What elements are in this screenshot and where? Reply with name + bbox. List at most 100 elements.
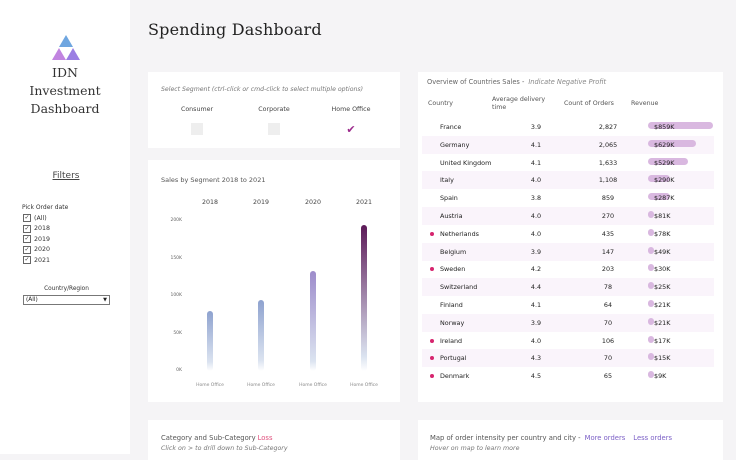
delivery-time: 3.9 <box>530 318 542 327</box>
column-header-country[interactable]: Country <box>428 100 453 108</box>
table-row[interactable]: Belgium 3.9 147 $49K <box>422 242 714 261</box>
checkbox-icon[interactable]: ✓ <box>23 256 31 265</box>
revenue-value: $30K <box>654 265 671 274</box>
year-column-label: 2019 <box>252 199 270 206</box>
table-row[interactable]: Switzerland 4.4 78 $25K <box>422 278 714 297</box>
order-date-option[interactable]: ✓ 2019 <box>23 234 50 245</box>
y-tick-label: 0K <box>176 368 182 373</box>
table-row[interactable]: France 3.9 2,827 $859K <box>422 118 714 136</box>
country-region-select[interactable]: (All) ▼ <box>23 295 110 305</box>
order-date-option[interactable]: ✓ (All) <box>23 213 50 224</box>
sidebar: IDN Investment Dashboard Filters Pick Or… <box>0 0 130 454</box>
checkbox-icon[interactable]: ✓ <box>23 214 31 223</box>
delivery-time: 4.1 <box>530 158 542 167</box>
x-axis-label: Home Office <box>247 383 275 388</box>
table-row[interactable]: Germany 4.1 2,065 $629K <box>422 135 714 154</box>
table-row[interactable]: United Kingdom 4.1 1,633 $529K <box>422 154 714 172</box>
negative-profit-dot-icon <box>430 356 434 361</box>
delivery-time: 4.1 <box>530 140 542 149</box>
negative-profit-dot-icon <box>430 338 434 343</box>
revenue-value: $17K <box>654 336 671 345</box>
revenue-value: $290K <box>654 176 675 185</box>
revenue-value: $287K <box>654 194 675 203</box>
year-column-label: 2018 <box>201 199 219 206</box>
year-column-label: 2020 <box>304 199 322 206</box>
map-card: Map of order intensity per country and c… <box>418 420 723 460</box>
segment-option-home-office[interactable]: Home Office <box>316 106 386 113</box>
revenue-value: $81K <box>654 212 671 220</box>
checkbox-icon[interactable]: ✓ <box>23 245 31 254</box>
delivery-time: 4.1 <box>530 301 542 309</box>
page-title: Spending Dashboard <box>148 20 322 39</box>
y-tick-label: 100K <box>170 293 182 298</box>
segment-hint: Select Segment (ctrl-click or cmd-click … <box>161 86 364 93</box>
order-count: 106 <box>601 336 615 345</box>
country-name: Denmark <box>440 372 470 381</box>
order-count: 2,827 <box>598 123 618 131</box>
logo-icon <box>52 35 80 60</box>
order-date-option[interactable]: ✓ 2018 <box>23 224 50 235</box>
segment-option-corporate[interactable]: Corporate <box>239 106 309 113</box>
table-row[interactable]: Sweden 4.2 203 $30K <box>422 260 714 278</box>
country-name: Switzerland <box>440 283 478 292</box>
segment-checkbox-corporate[interactable] <box>268 123 280 135</box>
segment-checkbox-consumer[interactable] <box>191 123 203 135</box>
map-title: Map of order intensity per country and c… <box>430 434 672 442</box>
category-title: Category and Sub-Category Loss <box>161 434 273 442</box>
column-header-orders[interactable]: Count of Orders <box>564 100 614 108</box>
table-row[interactable]: Norway 3.9 70 $21K <box>422 313 714 332</box>
order-date-filter: ✓ (All) ✓ 2018 ✓ 2019 ✓ 2020 ✓ 2021 <box>23 213 50 266</box>
table-row[interactable]: Finland 4.1 64 $21K <box>422 296 714 314</box>
category-title-text: Category and Sub-Category <box>161 434 256 442</box>
country-name: United Kingdom <box>440 158 492 167</box>
delivery-time: 3.9 <box>530 123 542 131</box>
logo-line: Dashboard <box>30 101 100 116</box>
revenue-value: $529K <box>654 158 675 167</box>
table-row[interactable]: Austria 4.0 270 $81K <box>422 207 714 225</box>
check-icon: ✔ <box>346 123 356 136</box>
table-row[interactable]: Ireland 4.0 106 $17K <box>422 332 714 350</box>
countries-sales-card: Overview of Countries Sales - Indicate Ne… <box>418 72 723 402</box>
negative-profit-dot-icon <box>430 231 434 236</box>
revenue-value: $78K <box>654 229 671 238</box>
sales-bar[interactable] <box>361 224 367 371</box>
column-header-delivery[interactable]: Average delivery time <box>492 96 552 112</box>
sales-bar[interactable] <box>310 271 316 371</box>
order-count: 270 <box>601 212 615 220</box>
order-count: 147 <box>601 247 615 256</box>
order-count: 1,633 <box>598 158 618 167</box>
country-name: Italy <box>440 176 454 185</box>
checkbox-icon[interactable]: ✓ <box>23 224 31 233</box>
category-hint: Click on > to drill down to Sub-Category <box>161 445 288 452</box>
order-count: 70 <box>603 318 613 327</box>
order-count: 2,065 <box>598 140 618 149</box>
country-region-label: Country/Region <box>44 286 89 292</box>
sales-bar[interactable] <box>258 299 264 371</box>
table-row[interactable]: Netherlands 4.0 435 $78K <box>422 225 714 243</box>
segment-checkbox-home-office[interactable]: ✔ <box>344 123 358 136</box>
delivery-time: 4.2 <box>530 265 542 274</box>
order-date-option[interactable]: ✓ 2021 <box>23 255 50 266</box>
order-count: 78 <box>603 283 613 292</box>
delivery-time: 3.9 <box>530 247 542 256</box>
column-header-revenue[interactable]: Revenue <box>631 100 658 108</box>
x-axis-label: Home Office <box>196 383 224 388</box>
segment-option-consumer[interactable]: Consumer <box>162 106 232 113</box>
order-date-option[interactable]: ✓ 2020 <box>23 245 50 256</box>
table-row[interactable]: Portugal 4.3 70 $15K <box>422 349 714 368</box>
table-row[interactable]: Italy 4.0 1,108 $290K <box>422 171 714 190</box>
revenue-value: $859K <box>654 123 675 131</box>
order-count: 64 <box>603 301 613 309</box>
countries-title: Overview of Countries Sales - Indicate Ne… <box>427 78 606 86</box>
table-row[interactable]: Spain 3.8 859 $287K <box>422 189 714 207</box>
country-name: France <box>440 123 462 131</box>
checkbox-icon[interactable]: ✓ <box>23 235 31 244</box>
country-name: Germany <box>440 140 470 149</box>
sales-chart-title: Sales by Segment 2018 to 2021 <box>161 176 266 184</box>
map-hint: Hover on map to learn more <box>430 445 520 452</box>
sales-bar[interactable] <box>207 311 213 371</box>
order-count: 1,108 <box>598 176 618 185</box>
table-row[interactable]: Denmark 4.5 65 $9K <box>422 367 714 385</box>
delivery-time: 4.4 <box>530 283 542 292</box>
delivery-time: 4.3 <box>530 354 542 363</box>
